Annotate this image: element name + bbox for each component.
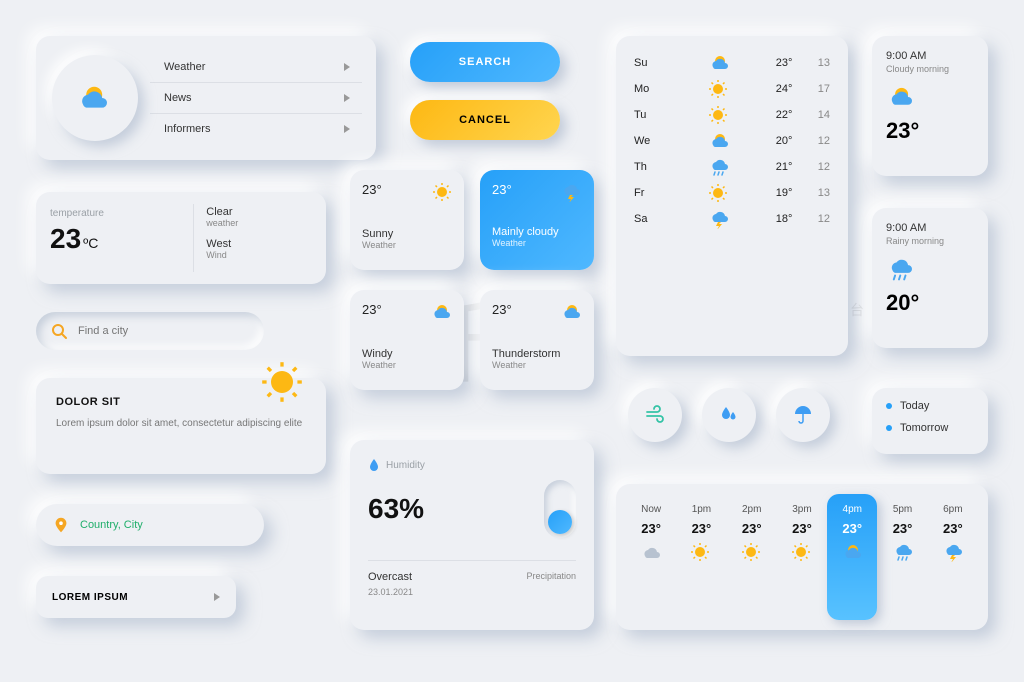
location-pill[interactable]: Country, City — [36, 504, 264, 546]
lorem-label: LOREM IPSUM — [52, 592, 128, 603]
weekly-forecast: Su23°13Mo24°17Tu22°14We20°12Th21°12Fr19°… — [616, 36, 848, 356]
rain-icon — [886, 256, 916, 282]
humidity-button[interactable] — [702, 388, 756, 442]
search-input[interactable] — [78, 325, 250, 337]
tile-thunder-temp: 23° — [492, 302, 512, 317]
tile-cloudy-sub: Weather — [492, 238, 582, 248]
temperature-value: 23 — [50, 223, 81, 255]
week-row[interactable]: Mo24°17 — [616, 76, 848, 102]
chevron-right-icon — [344, 94, 350, 102]
partly-icon — [708, 53, 730, 73]
humidity-precip: Precipitation — [526, 571, 576, 581]
location-text: Country, City — [80, 519, 143, 531]
precipitation-button[interactable] — [776, 388, 830, 442]
hour-cell[interactable]: 5pm23° — [877, 494, 927, 620]
hour-cell[interactable]: 1pm23° — [676, 494, 726, 620]
morning1-temp: 23° — [886, 118, 974, 144]
hour-cell[interactable]: 6pm23° — [928, 494, 978, 620]
rain-icon — [892, 542, 914, 562]
week-row[interactable]: Su23°13 — [616, 50, 848, 76]
umbrella-icon — [792, 404, 814, 426]
tile-thunder-name: Thunderstorm — [492, 348, 582, 360]
sun-icon — [708, 79, 730, 99]
tile-cloudy-temp: 23° — [492, 182, 512, 197]
tile-cloudy-name: Mainly cloudy — [492, 226, 582, 238]
tile-sunny-sub: Weather — [362, 240, 452, 250]
morning2-sub: Rainy morning — [886, 236, 974, 246]
pin-icon — [52, 516, 70, 534]
tile-windy-name: Windy — [362, 348, 452, 360]
cond-wind-sub: Wind — [206, 250, 314, 260]
sun-icon — [741, 542, 763, 562]
weather-cloud-sun-icon — [75, 82, 115, 114]
search-icon — [50, 322, 68, 340]
tile-windy-temp: 23° — [362, 302, 382, 317]
humidity-label: Humidity — [386, 460, 425, 471]
storm-icon — [560, 182, 582, 202]
tile-thunder-sub: Weather — [492, 360, 582, 370]
sun-icon — [708, 183, 730, 203]
morning1-sub: Cloudy morning — [886, 64, 974, 74]
tile-sunny-name: Sunny — [362, 228, 452, 240]
temperature-label: temperature — [50, 208, 179, 219]
storm-icon — [942, 542, 964, 562]
hour-cell[interactable]: 4pm23° — [827, 494, 877, 620]
morning2-time: 9:00 AM — [886, 222, 974, 234]
wind-icon — [644, 404, 666, 426]
temperature-unit: ºC — [83, 235, 98, 251]
drops-icon — [718, 404, 740, 426]
sun-icon — [708, 105, 730, 125]
tile-sunny-temp: 23° — [362, 182, 382, 197]
search-button[interactable]: SEARCH — [410, 42, 560, 82]
toggle-tomorrow[interactable]: Tomorrow — [886, 422, 974, 434]
morning1-time: 9:00 AM — [886, 50, 974, 62]
cloud-icon — [640, 542, 662, 562]
partly-icon — [708, 131, 730, 151]
humidity-value: 63% — [368, 493, 424, 525]
cancel-button[interactable]: CANCEL — [410, 100, 560, 140]
week-row[interactable]: Th21°12 — [616, 154, 848, 180]
menu-item-weather[interactable]: Weather — [150, 52, 362, 83]
droplet-icon — [368, 458, 380, 472]
cond-wind: West — [206, 238, 314, 250]
sun-icon — [432, 182, 452, 202]
play-icon — [214, 593, 220, 601]
sun-icon — [260, 360, 308, 408]
hour-cell[interactable]: 3pm23° — [777, 494, 827, 620]
hour-cell[interactable]: Now23° — [626, 494, 676, 620]
toggle-today[interactable]: Today — [886, 400, 974, 412]
partly-icon — [841, 542, 863, 562]
chevron-right-icon — [344, 63, 350, 71]
cond-clear: Clear — [206, 206, 314, 218]
sun-icon — [690, 542, 712, 562]
chevron-right-icon — [344, 125, 350, 133]
menu-item-news[interactable]: News — [150, 83, 362, 114]
partly-cloudy-icon — [886, 84, 916, 110]
humidity-date: 23.01.2021 — [368, 587, 413, 597]
storm-icon — [708, 209, 730, 229]
cond-clear-sub: weather — [206, 218, 314, 228]
humidity-cond: Overcast — [368, 571, 413, 583]
lorem-button[interactable]: LOREM IPSUM — [36, 576, 236, 618]
week-row[interactable]: We20°12 — [616, 128, 848, 154]
humidity-toggle[interactable] — [544, 480, 576, 538]
rain-icon — [708, 157, 730, 177]
menu-item-informers[interactable]: Informers — [150, 114, 362, 144]
morning2-temp: 20° — [886, 290, 974, 316]
sun-icon — [791, 542, 813, 562]
partly-cloudy-icon — [560, 302, 582, 322]
tile-windy-sub: Weather — [362, 360, 452, 370]
info-body: Lorem ipsum dolor sit amet, consectetur … — [56, 416, 306, 431]
hourly-forecast: Now23°1pm23°2pm23°3pm23°4pm23°5pm23°6pm2… — [616, 484, 988, 630]
week-row[interactable]: Sa18°12 — [616, 206, 848, 232]
week-row[interactable]: Tu22°14 — [616, 102, 848, 128]
hour-cell[interactable]: 2pm23° — [727, 494, 777, 620]
week-row[interactable]: Fr19°13 — [616, 180, 848, 206]
partly-cloudy-icon — [430, 302, 452, 322]
wind-button[interactable] — [628, 388, 682, 442]
